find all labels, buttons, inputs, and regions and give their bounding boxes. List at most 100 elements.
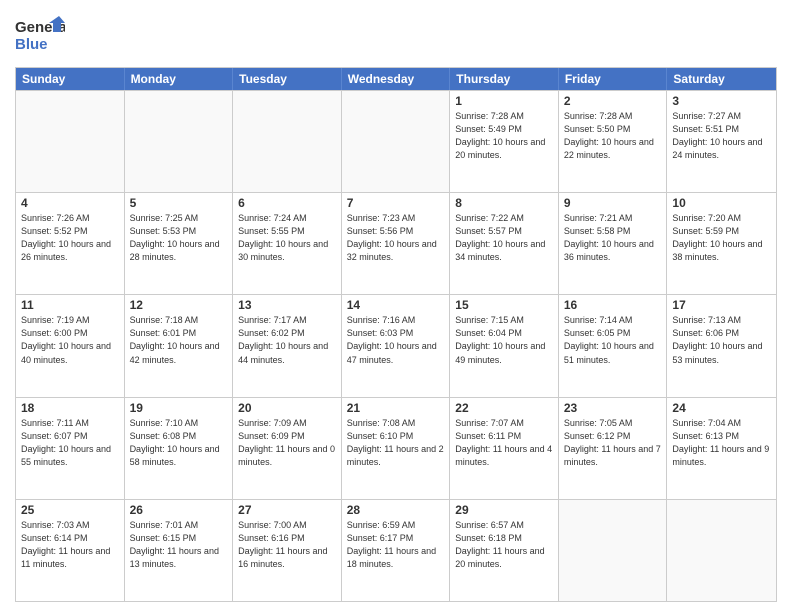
calendar-cell: 20 Sunrise: 7:09 AMSunset: 6:09 PMDayligh… — [233, 398, 342, 499]
header-day-monday: Monday — [125, 68, 234, 90]
logo-svg: General Blue — [15, 14, 65, 59]
calendar-cell: 1 Sunrise: 7:28 AMSunset: 5:49 PMDaylight… — [450, 91, 559, 192]
header-day-saturday: Saturday — [667, 68, 776, 90]
calendar-cell: 7 Sunrise: 7:23 AMSunset: 5:56 PMDaylight… — [342, 193, 451, 294]
calendar-cell: 10 Sunrise: 7:20 AMSunset: 5:59 PMDayligh… — [667, 193, 776, 294]
header-day-friday: Friday — [559, 68, 668, 90]
calendar-cell: 5 Sunrise: 7:25 AMSunset: 5:53 PMDaylight… — [125, 193, 234, 294]
cell-info: Sunrise: 7:17 AMSunset: 6:02 PMDaylight:… — [238, 314, 336, 366]
header-day-sunday: Sunday — [16, 68, 125, 90]
calendar-cell: 18Sunrise: 7:11 AMSunset: 6:07 PMDayligh… — [16, 398, 125, 499]
cell-info: Sunrise: 7:09 AMSunset: 6:09 PMDaylight:… — [238, 417, 336, 469]
svg-text:Blue: Blue — [15, 36, 48, 53]
calendar-cell: 21 Sunrise: 7:08 AMSunset: 6:10 PMDayligh… — [342, 398, 451, 499]
cell-info: Sunrise: 7:21 AMSunset: 5:58 PMDaylight:… — [564, 212, 662, 264]
day-number: 11 — [21, 298, 119, 312]
cell-info: Sunrise: 7:14 AMSunset: 6:05 PMDaylight:… — [564, 314, 662, 366]
calendar-cell: 9 Sunrise: 7:21 AMSunset: 5:58 PMDaylight… — [559, 193, 668, 294]
calendar-cell: 23 Sunrise: 7:05 AMSunset: 6:12 PMDayligh… — [559, 398, 668, 499]
calendar-row-2: 11 Sunrise: 7:19 AMSunset: 6:00 PMDayligh… — [16, 294, 776, 396]
cell-info: Sunrise: 7:20 AMSunset: 5:59 PMDaylight:… — [672, 212, 771, 264]
calendar-body: 1 Sunrise: 7:28 AMSunset: 5:49 PMDaylight… — [16, 90, 776, 601]
day-number: 1 — [455, 94, 553, 108]
calendar-cell: 29 Sunrise: 6:57 AMSunset: 6:18 PMDayligh… — [450, 500, 559, 601]
day-number: 27 — [238, 503, 336, 517]
cell-info: Sunrise: 7:24 AMSunset: 5:55 PMDaylight:… — [238, 212, 336, 264]
cell-info: Sunrise: 7:16 AMSunset: 6:03 PMDaylight:… — [347, 314, 445, 366]
cell-info: Sunrise: 6:57 AMSunset: 6:18 PMDaylight:… — [455, 519, 553, 571]
day-number: 22 — [455, 401, 553, 415]
cell-info: Sunrise: 7:28 AMSunset: 5:50 PMDaylight:… — [564, 110, 662, 162]
day-number: 18 — [21, 401, 119, 415]
day-number: 12 — [130, 298, 228, 312]
calendar-cell: 22 Sunrise: 7:07 AMSunset: 6:11 PMDayligh… — [450, 398, 559, 499]
calendar-row-4: 25 Sunrise: 7:03 AMSunset: 6:14 PMDayligh… — [16, 499, 776, 601]
calendar-cell: 26Sunrise: 7:01 AMSunset: 6:15 PMDayligh… — [125, 500, 234, 601]
cell-info: Sunrise: 7:23 AMSunset: 5:56 PMDaylight:… — [347, 212, 445, 264]
cell-info: Sunrise: 7:22 AMSunset: 5:57 PMDaylight:… — [455, 212, 553, 264]
calendar-row-0: 1 Sunrise: 7:28 AMSunset: 5:49 PMDaylight… — [16, 90, 776, 192]
day-number: 5 — [130, 196, 228, 210]
calendar-cell: 24Sunrise: 7:04 AMSunset: 6:13 PMDayligh… — [667, 398, 776, 499]
calendar-cell — [667, 500, 776, 601]
day-number: 3 — [672, 94, 771, 108]
calendar-cell: 25 Sunrise: 7:03 AMSunset: 6:14 PMDayligh… — [16, 500, 125, 601]
day-number: 6 — [238, 196, 336, 210]
day-number: 19 — [130, 401, 228, 415]
cell-info: Sunrise: 7:28 AMSunset: 5:49 PMDaylight:… — [455, 110, 553, 162]
calendar-header: SundayMondayTuesdayWednesdayThursdayFrid… — [16, 68, 776, 90]
calendar-cell: 17Sunrise: 7:13 AMSunset: 6:06 PMDayligh… — [667, 295, 776, 396]
day-number: 20 — [238, 401, 336, 415]
cell-info: Sunrise: 7:01 AMSunset: 6:15 PMDaylight:… — [130, 519, 228, 571]
cell-info: Sunrise: 7:03 AMSunset: 6:14 PMDaylight:… — [21, 519, 119, 571]
day-number: 29 — [455, 503, 553, 517]
cell-info: Sunrise: 7:08 AMSunset: 6:10 PMDaylight:… — [347, 417, 445, 469]
calendar-cell: 8 Sunrise: 7:22 AMSunset: 5:57 PMDaylight… — [450, 193, 559, 294]
header: General Blue — [15, 10, 777, 59]
cell-info: Sunrise: 7:18 AMSunset: 6:01 PMDaylight:… — [130, 314, 228, 366]
calendar-cell: 2Sunrise: 7:28 AMSunset: 5:50 PMDaylight… — [559, 91, 668, 192]
calendar-cell: 6 Sunrise: 7:24 AMSunset: 5:55 PMDaylight… — [233, 193, 342, 294]
day-number: 28 — [347, 503, 445, 517]
day-number: 25 — [21, 503, 119, 517]
calendar-row-3: 18Sunrise: 7:11 AMSunset: 6:07 PMDayligh… — [16, 397, 776, 499]
cell-info: Sunrise: 7:27 AMSunset: 5:51 PMDaylight:… — [672, 110, 771, 162]
calendar-cell: 27Sunrise: 7:00 AMSunset: 6:16 PMDayligh… — [233, 500, 342, 601]
page: General Blue SundayMondayTuesdayWednesda… — [0, 0, 792, 612]
day-number: 9 — [564, 196, 662, 210]
cell-info: Sunrise: 7:25 AMSunset: 5:53 PMDaylight:… — [130, 212, 228, 264]
calendar-cell: 4 Sunrise: 7:26 AMSunset: 5:52 PMDaylight… — [16, 193, 125, 294]
day-number: 7 — [347, 196, 445, 210]
cell-info: Sunrise: 7:13 AMSunset: 6:06 PMDaylight:… — [672, 314, 771, 366]
day-number: 21 — [347, 401, 445, 415]
calendar-cell — [233, 91, 342, 192]
calendar-cell: 11 Sunrise: 7:19 AMSunset: 6:00 PMDayligh… — [16, 295, 125, 396]
calendar-cell — [342, 91, 451, 192]
day-number: 14 — [347, 298, 445, 312]
day-number: 24 — [672, 401, 771, 415]
calendar-cell: 28 Sunrise: 6:59 AMSunset: 6:17 PMDayligh… — [342, 500, 451, 601]
cell-info: Sunrise: 7:26 AMSunset: 5:52 PMDaylight:… — [21, 212, 119, 264]
cell-info: Sunrise: 6:59 AMSunset: 6:17 PMDaylight:… — [347, 519, 445, 571]
cell-info: Sunrise: 7:10 AMSunset: 6:08 PMDaylight:… — [130, 417, 228, 469]
day-number: 10 — [672, 196, 771, 210]
calendar-cell: 3 Sunrise: 7:27 AMSunset: 5:51 PMDaylight… — [667, 91, 776, 192]
day-number: 8 — [455, 196, 553, 210]
logo: General Blue — [15, 14, 65, 59]
day-number: 15 — [455, 298, 553, 312]
calendar-cell: 16 Sunrise: 7:14 AMSunset: 6:05 PMDayligh… — [559, 295, 668, 396]
cell-info: Sunrise: 7:07 AMSunset: 6:11 PMDaylight:… — [455, 417, 553, 469]
calendar-row-1: 4 Sunrise: 7:26 AMSunset: 5:52 PMDaylight… — [16, 192, 776, 294]
calendar-cell: 13Sunrise: 7:17 AMSunset: 6:02 PMDayligh… — [233, 295, 342, 396]
header-day-tuesday: Tuesday — [233, 68, 342, 90]
calendar-cell — [559, 500, 668, 601]
cell-info: Sunrise: 7:19 AMSunset: 6:00 PMDaylight:… — [21, 314, 119, 366]
cell-info: Sunrise: 7:05 AMSunset: 6:12 PMDaylight:… — [564, 417, 662, 469]
header-day-wednesday: Wednesday — [342, 68, 451, 90]
calendar-cell: 19 Sunrise: 7:10 AMSunset: 6:08 PMDayligh… — [125, 398, 234, 499]
day-number: 4 — [21, 196, 119, 210]
day-number: 23 — [564, 401, 662, 415]
calendar-cell: 15Sunrise: 7:15 AMSunset: 6:04 PMDayligh… — [450, 295, 559, 396]
day-number: 16 — [564, 298, 662, 312]
calendar-cell — [125, 91, 234, 192]
